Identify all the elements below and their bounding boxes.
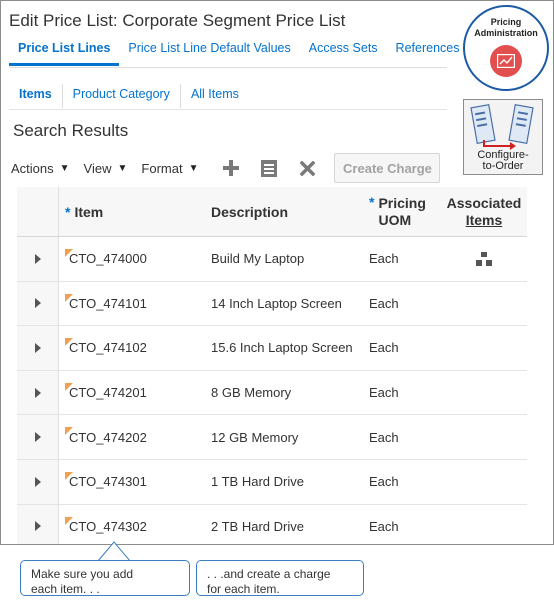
callout-create-charge-line1: . . .and create a charge (207, 567, 331, 581)
callout-add-item: Make sure you add each item. . . (20, 560, 190, 596)
callout-pointers (97, 541, 131, 562)
callout-create-charge-line2: for each item. (207, 582, 280, 596)
callout-add-item-line2: each item. . . (31, 582, 100, 596)
callout-create-charge: . . .and create a charge for each item. (196, 560, 364, 596)
callout-add-item-line1: Make sure you add (31, 567, 134, 581)
